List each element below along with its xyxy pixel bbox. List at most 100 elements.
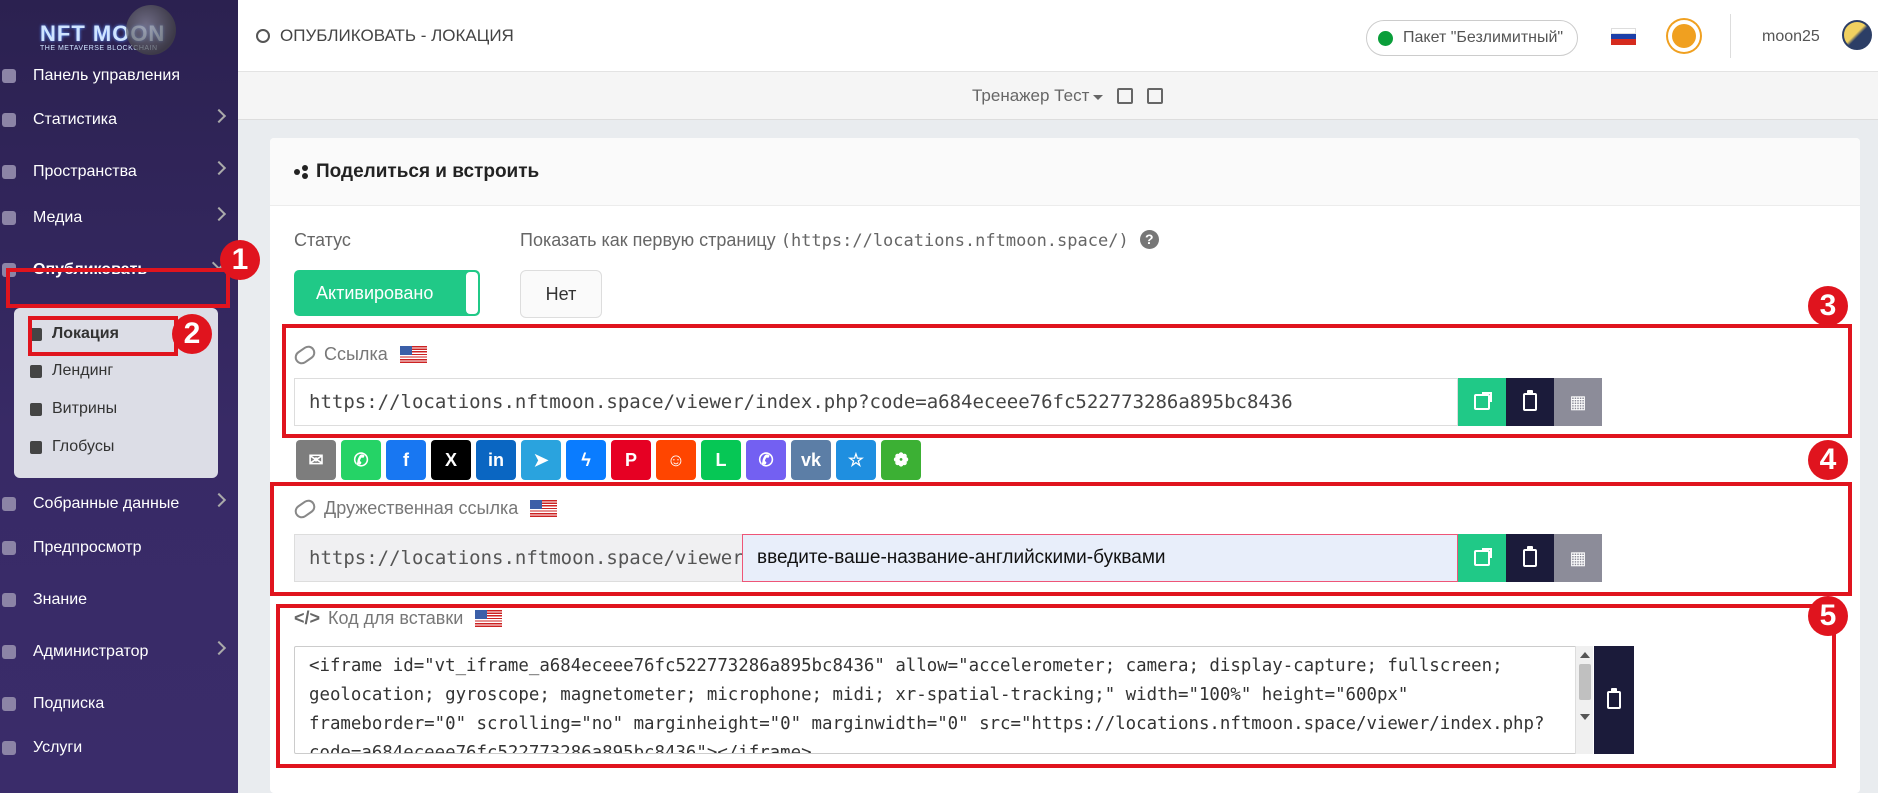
status-label: Статус	[294, 230, 351, 250]
copy-friendly-link-button[interactable]	[1506, 534, 1554, 582]
submenu-item-1[interactable]: Лендинг	[30, 358, 113, 384]
status-toggle[interactable]: Активировано	[294, 270, 480, 316]
line-icon[interactable]: L	[701, 440, 741, 480]
email-icon[interactable]: ✉	[296, 440, 336, 480]
submenu-item-3[interactable]: Глобусы	[30, 434, 114, 460]
sidebar-item-8[interactable]: Администратор	[0, 636, 238, 668]
facebook-icon[interactable]: f	[386, 440, 426, 480]
sidebar-item-3[interactable]: Медиа	[0, 202, 238, 234]
friendly-slug-input[interactable]: введите-ваше-название-английскими-буквам…	[742, 534, 1458, 582]
sidebar-item-4[interactable]: Опубликовать	[0, 254, 238, 286]
box-icon	[2, 741, 16, 755]
scroll-down-icon[interactable]	[1580, 714, 1590, 720]
sidebar-item-10[interactable]: Услуги	[0, 732, 238, 764]
whatsapp-icon[interactable]: ✆	[341, 440, 381, 480]
telegram-icon[interactable]: ➤	[521, 440, 561, 480]
username[interactable]: moon25	[1762, 28, 1820, 46]
firstpage-toggle[interactable]: Нет	[520, 270, 602, 318]
link-label: Ссылка	[324, 344, 388, 364]
us-flag-icon	[530, 500, 558, 517]
sidebar-item-label: Панель управления	[33, 67, 180, 84]
sidebar-item-label: Услуги	[33, 739, 83, 756]
external-link-icon	[1474, 392, 1492, 410]
qr-link-button[interactable]: ▦	[1554, 378, 1602, 426]
link-url: https://locations.nftmoon.space/viewer/i…	[309, 391, 1293, 413]
firstpage-label: Показать как первую страницу	[520, 230, 776, 250]
qr-friendly-link-button[interactable]: ▦	[1554, 534, 1602, 582]
toggle-knob	[466, 272, 478, 314]
chevron-right-icon	[211, 160, 227, 176]
open-friendly-link-button[interactable]	[1458, 534, 1506, 582]
messenger-icon[interactable]: ϟ	[566, 440, 606, 480]
firstpage-url: (https://locations.nftmoon.space/)	[780, 231, 1129, 251]
vk-icon[interactable]: vk	[791, 440, 831, 480]
rocket-icon	[2, 263, 16, 277]
wechat-icon[interactable]: ❁	[881, 440, 921, 480]
annotation-number-4: 4	[1808, 440, 1848, 480]
sidebar-item-label: Опубликовать	[33, 261, 148, 278]
package-badge[interactable]: Пакет "Безлимитный"	[1366, 20, 1578, 56]
sidebar-item-1[interactable]: Статистика	[0, 104, 238, 136]
help-icon[interactable]: ?	[1139, 230, 1159, 249]
odnoklassniki-icon[interactable]: ☆	[836, 440, 876, 480]
link-icon	[291, 496, 319, 521]
globe-icon	[30, 440, 42, 454]
submenu-item-label: Локация	[52, 325, 119, 342]
sidebar-item-label: Пространства	[33, 163, 137, 180]
route-icon	[256, 29, 270, 43]
trainer-dropdown[interactable]: Тренажер Тест	[972, 86, 1164, 106]
viber-icon[interactable]: ✆	[746, 440, 786, 480]
chevron-right-icon	[211, 492, 227, 508]
sidebar-item-9[interactable]: Подписка	[0, 688, 238, 720]
sidebar-item-7[interactable]: Знание	[0, 584, 238, 616]
annotation-number-2: 2	[172, 314, 212, 354]
friendly-label-group: Дружественная ссылка	[291, 496, 558, 521]
us-flag-icon	[475, 610, 503, 627]
linkedin-icon[interactable]: in	[476, 440, 516, 480]
database-icon	[2, 497, 16, 511]
firstpage-label-group: Показать как первую страницу (https://lo…	[520, 230, 1159, 251]
sidebar-item-label: Администратор	[33, 643, 149, 660]
link-icon	[291, 342, 319, 367]
sidebar-item-6[interactable]: Предпросмотр	[0, 532, 238, 564]
scrollbar[interactable]	[1575, 646, 1593, 754]
embed-label-group: </> Код для вставки	[294, 608, 503, 629]
settings-icon[interactable]	[1147, 88, 1164, 104]
clipboard-icon	[1523, 390, 1537, 411]
x-icon[interactable]: X	[431, 440, 471, 480]
reddit-icon[interactable]: ☺	[656, 440, 696, 480]
route-icon	[2, 165, 16, 179]
annotation-number-1: 1	[220, 240, 260, 280]
submenu-item-label: Глобусы	[52, 438, 115, 455]
eye-icon	[2, 541, 16, 555]
friendly-label: Дружественная ссылка	[324, 498, 519, 518]
sidebar-item-0[interactable]: Панель управления	[0, 60, 238, 92]
theme-sun-icon[interactable]	[1672, 24, 1696, 48]
link-input[interactable]: https://locations.nftmoon.space/viewer/i…	[294, 378, 1458, 426]
edit-icon[interactable]	[1117, 88, 1134, 104]
avatar[interactable]	[1842, 20, 1872, 50]
copy-embed-button[interactable]	[1594, 646, 1634, 754]
submenu-item-label: Лендинг	[52, 362, 114, 379]
sidebar-item-5[interactable]: Собранные данные	[0, 488, 238, 520]
embed-code-textarea[interactable]	[294, 646, 1578, 754]
language-ru-flag-icon[interactable]	[1611, 28, 1636, 45]
link-label-group: Ссылка	[291, 342, 427, 367]
package-label: Пакет "Безлимитный"	[1403, 29, 1564, 46]
sidebar-item-2[interactable]: Пространства	[0, 156, 238, 188]
submenu-item-0[interactable]: Локация	[30, 321, 119, 347]
scroll-thumb[interactable]	[1579, 664, 1591, 700]
file-icon	[30, 364, 42, 378]
copy-link-button[interactable]	[1506, 378, 1554, 426]
qr-code-icon: ▦	[1569, 547, 1587, 568]
chevron-right-icon	[211, 108, 227, 124]
annotation-number-5: 5	[1808, 596, 1848, 636]
scroll-up-icon[interactable]	[1580, 652, 1590, 658]
us-flag-icon	[399, 346, 427, 363]
friendly-prefix-text: https://locations.nftmoon.space/viewer/	[309, 547, 756, 569]
clipboard-icon	[1607, 688, 1621, 709]
open-link-button[interactable]	[1458, 378, 1506, 426]
pinterest-icon[interactable]: P	[611, 440, 651, 480]
clipboard-icon	[1523, 546, 1537, 567]
submenu-item-2[interactable]: Витрины	[30, 396, 117, 422]
